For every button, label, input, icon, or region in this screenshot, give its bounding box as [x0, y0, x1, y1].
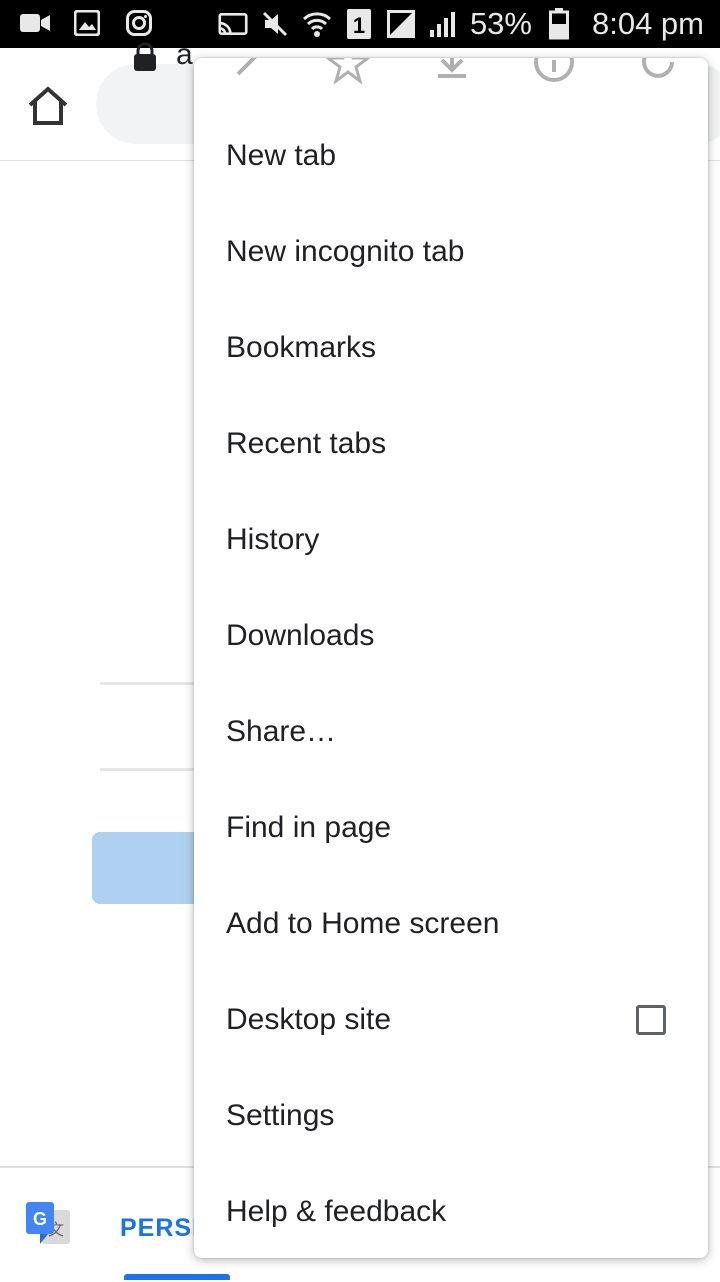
content-divider [100, 768, 200, 771]
instagram-icon [124, 8, 154, 38]
menu-item-label: Bookmarks [226, 331, 377, 364]
sim-slot-text: 1 [353, 13, 365, 38]
forward-icon[interactable] [224, 58, 268, 84]
video-camera-icon [20, 8, 50, 38]
menu-item-label: Find in page [226, 811, 392, 844]
desktop-site-checkbox[interactable] [636, 1005, 666, 1035]
menu-item-help-feedback[interactable]: Help & feedback [194, 1164, 708, 1258]
battery-percent: 53% [469, 6, 532, 41]
menu-item-label: History [226, 523, 320, 556]
battery-icon [544, 8, 574, 40]
translate-language-tab[interactable]: PERSI [120, 1214, 200, 1243]
menu-item-label: New tab [226, 139, 337, 172]
menu-item-bookmarks[interactable]: Bookmarks [194, 300, 708, 396]
page-info-icon[interactable] [532, 58, 576, 84]
menu-item-label: Add to Home screen [226, 907, 500, 940]
clock: 8:04 pm [591, 6, 704, 41]
menu-item-add-to-home-screen[interactable]: Add to Home screen [194, 876, 708, 972]
gallery-icon [72, 8, 102, 38]
menu-item-history[interactable]: History [194, 492, 708, 588]
cast-icon [218, 9, 248, 39]
menu-item-find-in-page[interactable]: Find in page [194, 780, 708, 876]
menu-item-label: Recent tabs [226, 427, 387, 460]
no-signal-box-icon [386, 9, 416, 39]
url-text[interactable]: a [176, 38, 193, 72]
sim-icon: 1 [344, 9, 374, 39]
menu-item-downloads[interactable]: Downloads [194, 588, 708, 684]
wifi-icon [302, 9, 332, 39]
content-divider [100, 682, 200, 685]
lock-icon[interactable] [132, 42, 158, 72]
menu-item-share[interactable]: Share… [194, 684, 708, 780]
menu-item-label: Desktop site [226, 1003, 392, 1036]
google-translate-icon: 文 G [26, 1202, 72, 1248]
menu-item-new-tab[interactable]: New tab [194, 108, 708, 204]
svg-text:G: G [33, 1209, 47, 1229]
menu-item-recent-tabs[interactable]: Recent tabs [194, 396, 708, 492]
refresh-icon[interactable] [636, 58, 680, 84]
selected-tab-indicator [124, 1274, 230, 1280]
mute-icon [260, 9, 290, 39]
status-bar: 1 53% 8:04 pm [0, 0, 720, 48]
menu-item-desktop-site[interactable]: Desktop site [194, 972, 708, 1068]
download-icon[interactable] [430, 58, 474, 84]
overflow-menu: New tab New incognito tab Bookmarks Rece… [194, 58, 708, 1258]
menu-item-label: Help & feedback [226, 1195, 447, 1228]
menu-item-label: Downloads [226, 619, 375, 652]
signal-icon [428, 9, 458, 39]
menu-item-new-incognito-tab[interactable]: New incognito tab [194, 204, 708, 300]
menu-item-label: Settings [226, 1099, 335, 1132]
menu-item-label: Share… [226, 715, 337, 748]
home-icon[interactable] [26, 86, 70, 126]
menu-action-row [194, 58, 708, 98]
menu-item-label: New incognito tab [226, 235, 465, 268]
menu-item-settings[interactable]: Settings [194, 1068, 708, 1164]
bookmark-star-icon[interactable] [325, 58, 371, 85]
